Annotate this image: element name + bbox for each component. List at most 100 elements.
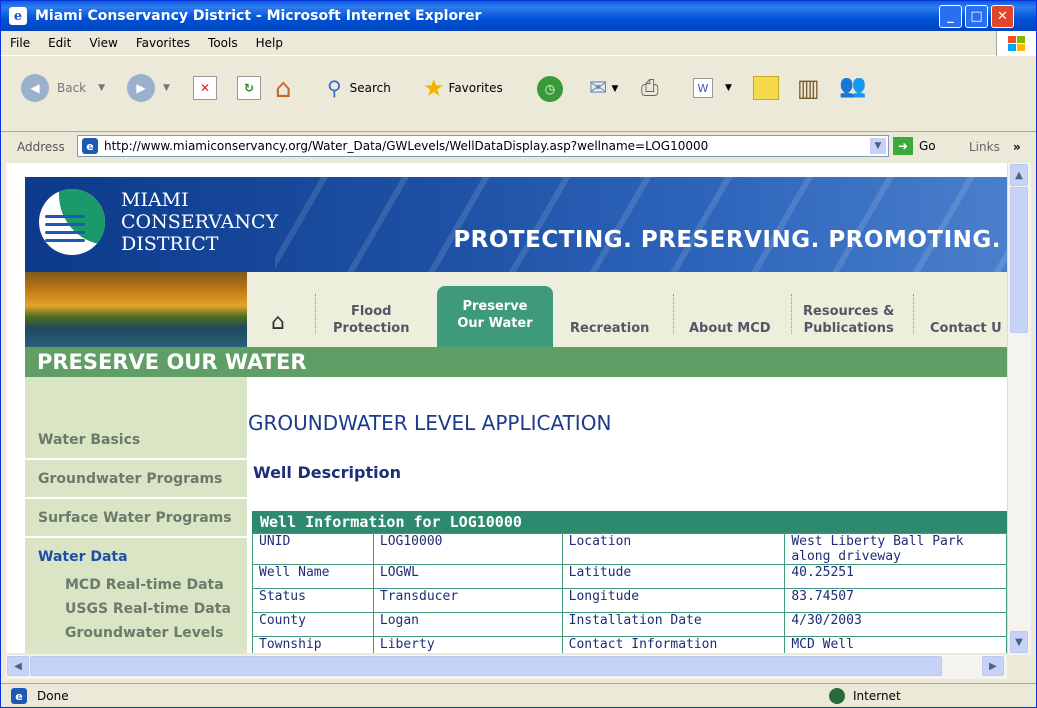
standard-toolbar: ◀ Back ▼ ▶ ▼ ✕ ↻ ⌂ ⚲ Search ★ Favorites … — [1, 56, 1036, 132]
site-brand[interactable]: MIAMI CONSERVANCY DISTRICT — [121, 189, 278, 255]
mail-icon: ✉ — [589, 76, 608, 101]
site-tagline: PROTECTING. PRESERVING. PROMOTING. — [453, 227, 1001, 253]
menu-help[interactable]: Help — [247, 36, 292, 50]
menu-favorites[interactable]: Favorites — [127, 36, 199, 50]
table-row: Well Name LOGWL Latitude 40.25251 — [252, 564, 1007, 589]
favorites-button[interactable]: ★ Favorites — [423, 74, 503, 102]
menu-edit[interactable]: Edit — [39, 36, 80, 50]
favorites-star-icon: ★ — [423, 74, 445, 102]
table-row: UNID LOG10000 Location West Liberty Ball… — [252, 533, 1007, 565]
nav-flood-protection[interactable]: Flood Protection — [333, 303, 409, 337]
section-title: Well Description — [253, 463, 401, 482]
go-arrow-icon: ➜ — [893, 137, 913, 155]
chevron-right-icon[interactable]: » — [1013, 140, 1021, 154]
menu-tools[interactable]: Tools — [199, 36, 247, 50]
horizontal-scroll-thumb[interactable] — [30, 656, 942, 676]
nav-contact[interactable]: Contact U — [930, 320, 1002, 337]
site-banner: MIAMI CONSERVANCY DISTRICT PROTECTING. P… — [25, 177, 1007, 272]
sidebar-subitem-mcd-realtime[interactable]: MCD Real-time Data — [65, 577, 224, 593]
history-icon: ◷ — [537, 76, 563, 102]
printer-icon: ⎙ — [641, 76, 659, 101]
chevron-down-icon: ▼ — [725, 83, 732, 93]
page-icon: e — [11, 688, 27, 704]
address-url: http://www.miamiconservancy.org/Water_Da… — [104, 139, 709, 153]
links-button[interactable]: Links — [969, 140, 1000, 154]
ie-icon: e — [9, 7, 27, 25]
stop-button[interactable]: ✕ — [193, 76, 217, 100]
well-info-table: UNID LOG10000 Location West Liberty Ball… — [252, 533, 1007, 653]
sidebar-item-surface-water-programs[interactable]: Surface Water Programs — [25, 499, 247, 538]
discuss-button[interactable] — [753, 76, 779, 100]
stop-icon: ✕ — [193, 76, 217, 100]
back-arrow-icon: ◀ — [21, 74, 49, 102]
note-icon — [753, 76, 779, 100]
menu-view[interactable]: View — [80, 36, 126, 50]
windows-logo-icon — [996, 31, 1036, 56]
back-button[interactable]: ◀ Back ▼ — [21, 74, 105, 102]
search-button[interactable]: ⚲ Search — [327, 76, 391, 100]
sidebar-item-groundwater-programs[interactable]: Groundwater Programs — [25, 460, 247, 499]
maximize-button[interactable]: □ — [965, 5, 988, 28]
main-nav: ⌂ Flood Protection Preserve Our Water Recr… — [247, 272, 1007, 347]
browser-window: e Miami Conservancy District - Microsoft… — [0, 0, 1037, 708]
status-bar: e Done Internet — [1, 683, 1036, 708]
mail-button[interactable]: ✉ ▼ — [589, 76, 618, 101]
scroll-down-icon[interactable]: ▼ — [1010, 631, 1028, 653]
chevron-down-icon: ▼ — [98, 83, 106, 93]
table-title: Well Information for LOG10000 — [252, 511, 1007, 533]
home-icon[interactable]: ⌂ — [271, 310, 285, 335]
minimize-button[interactable]: _ — [939, 5, 962, 28]
globe-icon — [829, 688, 845, 704]
nav-recreation[interactable]: Recreation — [570, 320, 649, 337]
mcd-logo[interactable] — [39, 189, 105, 255]
menu-file[interactable]: File — [1, 36, 39, 50]
scroll-left-icon[interactable]: ◀ — [7, 656, 29, 676]
sidebar-item-water-data[interactable]: Water Data — [25, 538, 247, 577]
scroll-up-icon[interactable]: ▲ — [1010, 164, 1028, 186]
research-button[interactable]: ▥ — [797, 74, 820, 102]
table-row: Township Liberty Contact Information MCD We… — [252, 636, 1007, 653]
history-button[interactable]: ◷ — [537, 76, 563, 102]
go-button[interactable]: ➜ Go — [893, 137, 936, 155]
table-row: County Logan Installation Date 4/30/2003 — [252, 612, 1007, 637]
menu-bar: File Edit View Favorites Tools Help — [1, 31, 1036, 56]
word-icon: W — [693, 78, 713, 98]
refresh-button[interactable]: ↻ — [237, 76, 261, 100]
horizontal-scrollbar[interactable]: ◀ ▶ — [6, 655, 1007, 679]
sidebar-subitem-usgs-realtime[interactable]: USGS Real-time Data — [65, 601, 231, 617]
refresh-icon: ↻ — [237, 76, 261, 100]
river-photo — [25, 272, 247, 347]
messenger-button[interactable]: 👥 — [839, 74, 866, 99]
scroll-right-icon[interactable]: ▶ — [982, 656, 1004, 676]
section-header: PRESERVE OUR WATER — [25, 347, 1007, 377]
nav-about-mcd[interactable]: About MCD — [689, 320, 771, 337]
address-label: Address — [17, 139, 65, 154]
close-button[interactable]: ✕ — [991, 5, 1014, 28]
security-zone: Internet — [853, 689, 901, 703]
page-title: GROUNDWATER LEVEL APPLICATION — [248, 411, 612, 435]
sidebar: Water Basics Groundwater Programs Surfac… — [25, 377, 247, 653]
nav-resources-publications[interactable]: Resources & Publications — [803, 303, 894, 337]
vertical-scroll-thumb[interactable] — [1010, 187, 1028, 333]
page-icon: e — [82, 138, 98, 154]
books-icon: ▥ — [797, 74, 820, 102]
forward-button[interactable]: ▶ ▼ — [127, 74, 170, 102]
vertical-scrollbar[interactable]: ▲ ▼ — [1007, 163, 1031, 655]
address-bar: Address e http://www.miamiconservancy.or… — [1, 133, 1036, 160]
status-text: Done — [37, 689, 69, 703]
address-input[interactable]: e http://www.miamiconservancy.org/Water_… — [77, 135, 889, 157]
forward-arrow-icon: ▶ — [127, 74, 155, 102]
print-button[interactable]: ⎙ — [641, 76, 659, 101]
home-icon: ⌂ — [275, 74, 292, 104]
users-icon: 👥 — [839, 74, 867, 99]
window-title: Miami Conservancy District - Microsoft I… — [35, 8, 482, 24]
home-button[interactable]: ⌂ — [275, 74, 292, 104]
sidebar-item-water-basics[interactable]: Water Basics — [25, 421, 247, 460]
search-icon: ⚲ — [327, 76, 342, 100]
nav-preserve-our-water[interactable]: Preserve Our Water — [437, 286, 553, 347]
address-dropdown-icon[interactable]: ▼ — [870, 138, 886, 154]
edit-button[interactable]: W ▼ — [693, 78, 732, 98]
chevron-down-icon: ▼ — [163, 83, 170, 93]
sidebar-subitem-groundwater-levels[interactable]: Groundwater Levels — [65, 625, 223, 641]
title-bar: e Miami Conservancy District - Microsoft… — [1, 1, 1036, 31]
